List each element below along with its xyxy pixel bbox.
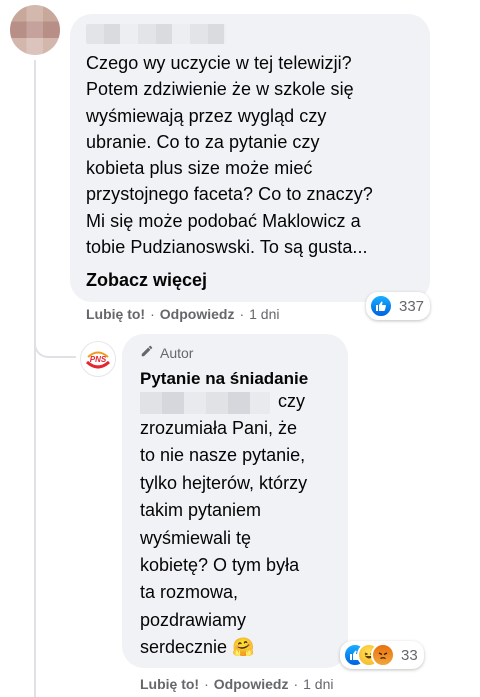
author-badge: Autor: [140, 344, 193, 361]
separator: ·: [239, 306, 245, 322]
reply-link[interactable]: Odpowiedz: [214, 676, 289, 692]
reaction-count: 33: [401, 646, 418, 664]
separator: ·: [204, 676, 209, 692]
like-link[interactable]: Lubię to!: [140, 676, 199, 692]
author-badge-label: Autor: [160, 344, 194, 361]
pns-logo-icon: PNS: [84, 345, 112, 373]
comment-actions: Lubię to! · Odpowiedz · 1 dni: [86, 306, 279, 322]
svg-text:PNS: PNS: [90, 355, 107, 364]
reply-link[interactable]: Odpowiedz: [160, 306, 235, 322]
commenter-name-blurred[interactable]: [86, 24, 226, 44]
reply-text: zrozumiała Pani, że to nie nasze pytanie…: [140, 418, 308, 658]
thumbs-up-icon: [369, 294, 393, 318]
page-avatar[interactable]: PNS: [80, 341, 116, 377]
reply-first-line-tail: czy: [278, 391, 305, 411]
reply-reactions[interactable]: 33: [340, 641, 424, 669]
reaction-count: 337: [399, 297, 425, 315]
timestamp[interactable]: 1 dni: [249, 306, 279, 322]
timestamp[interactable]: 1 dni: [303, 676, 333, 692]
separator: ·: [150, 306, 155, 322]
separator: ·: [293, 676, 299, 692]
reply-author-name[interactable]: Pytanie na śniadanie: [140, 368, 308, 390]
see-more-link[interactable]: Zobacz więcej: [86, 267, 207, 293]
thread-branch: [34, 320, 76, 358]
like-link[interactable]: Lubię to!: [86, 306, 145, 322]
angry-icon: [371, 643, 395, 667]
reply-actions: Lubię to! · Odpowiedz · 1 dni: [140, 676, 333, 692]
comment-text: Czego wy uczycie w tej telewizji? Potem …: [86, 53, 373, 258]
mention-blurred[interactable]: [140, 392, 270, 414]
comment-reactions[interactable]: 337: [366, 292, 431, 320]
pencil-icon: [140, 344, 154, 361]
thread-line: [34, 60, 36, 697]
avatar[interactable]: [10, 5, 60, 55]
